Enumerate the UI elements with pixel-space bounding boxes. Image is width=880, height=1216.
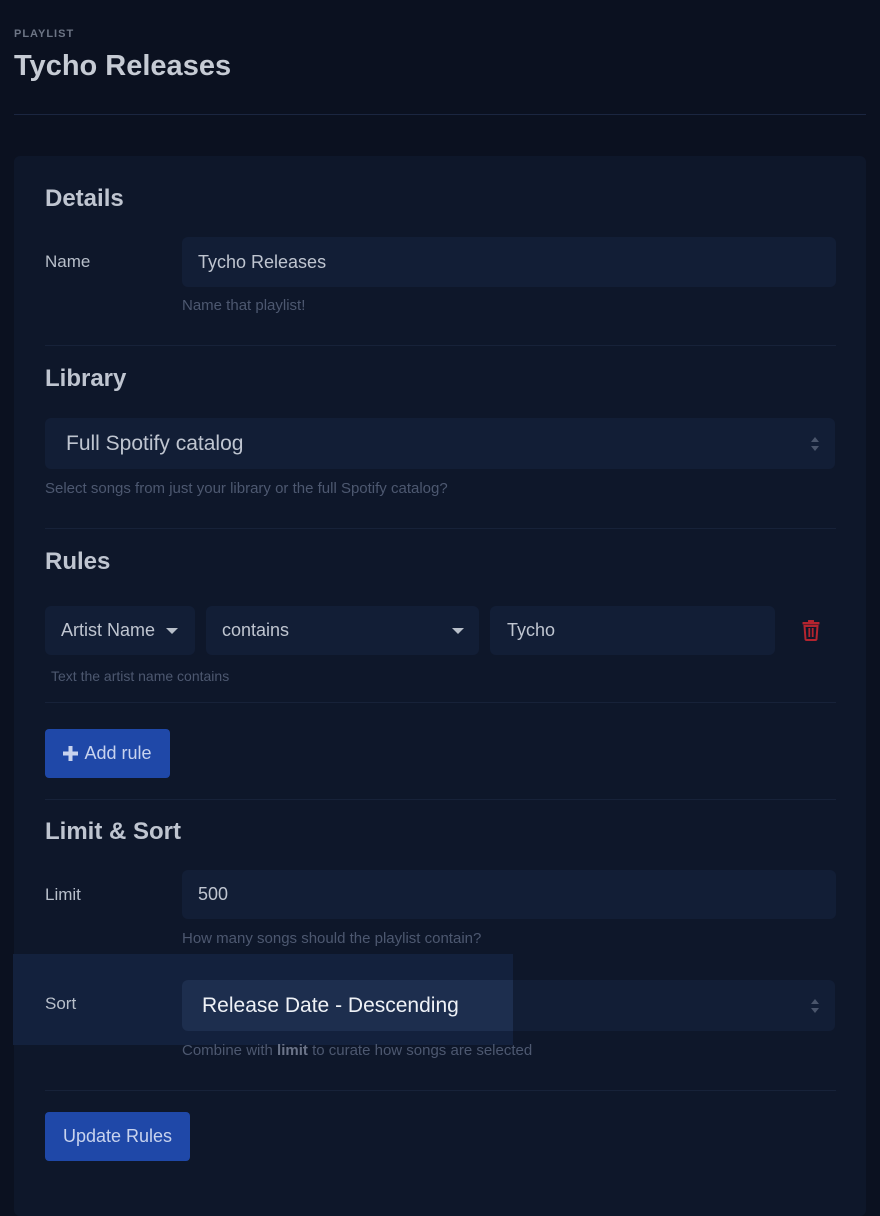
rule-value-text: Tycho [507,620,556,640]
rule-field-select[interactable]: Artist Name [45,606,195,655]
rule-help: Text the artist name contains [51,668,230,684]
select-arrows-icon [811,998,819,1013]
rule-value-input[interactable]: Tycho [490,606,775,655]
sort-help-bold: limit [277,1042,308,1059]
name-input[interactable]: Tycho Releases [182,237,836,287]
name-input-value: Tycho Releases [198,251,327,272]
limit-label: Limit [45,885,81,904]
rule-operator-value: contains [222,620,290,640]
sort-select-value: Release Date - Descending [202,993,459,1017]
section-divider [45,345,836,346]
name-label: Name [45,252,91,271]
limit-input[interactable]: 500 [182,870,836,919]
section-title-limit-sort: Limit & Sort [45,818,181,845]
sort-help-post: to curate how songs are selected [312,1042,533,1059]
section-divider [45,1090,836,1091]
plus-icon [63,746,79,761]
section-divider [45,799,836,800]
sort-help-pre: Combine with [182,1042,273,1059]
library-select-value: Full Spotify catalog [66,431,244,455]
limit-help: How many songs should the playlist conta… [182,930,482,947]
section-divider [45,528,836,529]
add-rule-button[interactable]: Add rule [45,729,170,778]
section-title-rules: Rules [45,548,111,575]
library-help: Select songs from just your library or t… [45,480,448,497]
page-overline: PLAYLIST [14,28,75,40]
chevron-down-icon [452,628,464,634]
update-rules-button[interactable]: Update Rules [45,1112,190,1161]
page-title: Tycho Releases [14,50,232,82]
rule-operator-select[interactable]: contains [206,606,479,655]
section-title-library: Library [45,365,127,392]
section-title-details: Details [45,185,124,212]
library-select[interactable]: Full Spotify catalog [45,418,835,469]
rule-field-value: Artist Name [61,620,156,640]
sort-select[interactable]: Release Date - Descending [182,980,835,1031]
update-rules-label: Update Rules [62,1126,173,1146]
sort-label: Sort [45,994,77,1013]
limit-input-value: 500 [198,884,229,904]
header-divider [14,114,866,115]
name-help: Name that playlist! [182,297,306,314]
trash-icon[interactable] [801,619,821,641]
select-arrows-icon [811,436,819,451]
section-divider [45,702,836,703]
chevron-down-icon [166,628,178,634]
sort-help: Combine with limit to curate how songs a… [182,1042,532,1059]
add-rule-label: Add rule [84,743,152,763]
